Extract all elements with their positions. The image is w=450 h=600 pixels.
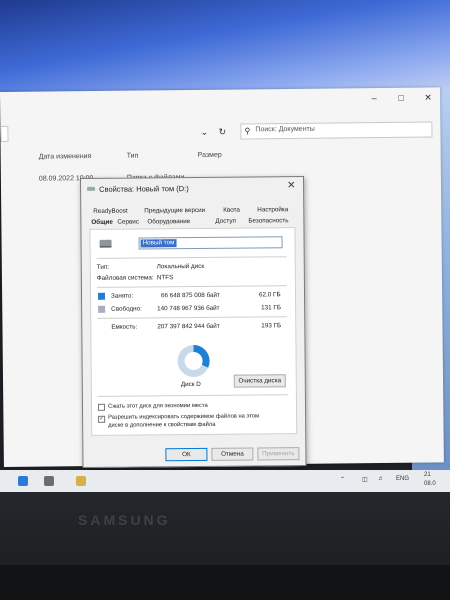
tab-general[interactable]: Общие <box>91 219 113 226</box>
apply-button[interactable]: Применить <box>257 447 300 461</box>
dialog-title: Свойства: Новый том (D:) <box>99 184 189 194</box>
chevron-down-icon[interactable]: ⌄ <box>196 126 212 138</box>
tray-chevron-icon[interactable]: ⌃ <box>340 476 345 483</box>
tab-previous-versions[interactable]: Предыдущие версии <box>144 207 205 215</box>
disk-cleanup-button[interactable]: Очистка диска <box>233 374 286 388</box>
divider <box>97 394 288 397</box>
divider <box>97 316 288 319</box>
keyboard-area <box>0 565 450 600</box>
tab-hardware[interactable]: Оборудование <box>147 218 190 225</box>
index-checkbox[interactable]: ✓ <box>98 415 106 423</box>
type-label: Тип: <box>96 263 110 271</box>
tab-tools[interactable]: Сервис <box>117 218 139 225</box>
usage-donut-chart <box>177 344 210 378</box>
tab-quota[interactable]: Квота <box>223 207 240 214</box>
divider <box>96 256 287 259</box>
free-swatch <box>98 305 106 313</box>
properties-dialog: Свойства: Новый том (D:) ✕ ReadyBoost Пр… <box>80 176 307 468</box>
divider <box>96 285 287 288</box>
clock-time[interactable]: 21 <box>424 472 431 478</box>
column-date[interactable]: Дата изменения <box>39 153 92 161</box>
column-type[interactable]: Тип <box>127 153 139 160</box>
tab-sharing[interactable]: Доступ <box>215 218 236 225</box>
language-indicator[interactable]: ENG <box>396 476 409 482</box>
free-size: 131 ГБ <box>261 304 281 312</box>
volume-name-value: Новый том <box>140 239 177 248</box>
compress-label: Сжать этот диск для экономии места <box>107 402 208 410</box>
index-label-line1: Разрешить индексировать содержимое файло… <box>108 413 260 421</box>
close-icon[interactable]: ✕ <box>287 180 295 191</box>
start-icon[interactable] <box>18 476 28 486</box>
capacity-label: Емкость: <box>111 323 138 331</box>
used-swatch <box>98 292 106 300</box>
address-bar[interactable] <box>0 125 9 142</box>
cancel-button[interactable]: Отмена <box>211 447 254 461</box>
type-value: Локальный диск <box>156 262 205 271</box>
tab-customize[interactable]: Настройка <box>257 206 288 213</box>
general-panel: Новый том Тип: Локальный диск Файловая с… <box>89 227 298 436</box>
volume-name-field[interactable]: Новый том <box>138 236 283 250</box>
drive-small-icon <box>87 186 96 191</box>
search-icon[interactable] <box>44 476 54 486</box>
used-bytes: 66 648 875 008 байт <box>161 291 220 300</box>
volume-icon[interactable]: ♬ <box>378 476 384 482</box>
disk-label: Диск D <box>180 380 201 389</box>
donut-hole <box>184 351 203 371</box>
close-icon[interactable]: ✕ <box>420 91 436 103</box>
search-input[interactable]: Поиск: Документы <box>255 126 314 134</box>
clock-date[interactable]: 08.0 <box>424 481 436 487</box>
filesystem-label: Файловая система: <box>96 274 154 282</box>
network-icon[interactable]: ◫ <box>362 476 368 483</box>
search-box[interactable]: ⚲ Поиск: Документы <box>240 121 433 140</box>
explorer-titlebar: – □ ✕ <box>0 87 440 114</box>
used-size: 62,0 ГБ <box>258 291 281 299</box>
compress-checkbox[interactable] <box>97 403 106 411</box>
taskbar: ⌃ ◫ ♬ ENG 21 08.0 <box>0 470 450 492</box>
minimize-icon[interactable]: – <box>366 92 382 104</box>
column-header: Дата изменения Тип Размер <box>1 149 441 168</box>
column-size[interactable]: Размер <box>198 152 222 159</box>
free-bytes: 140 748 967 936 байт <box>157 304 220 313</box>
capacity-bytes: 207 397 842 944 байт <box>157 322 220 331</box>
free-label: Свободно: <box>111 305 142 313</box>
used-label: Занято: <box>111 292 134 300</box>
refresh-icon[interactable]: ↻ <box>214 126 230 138</box>
maximize-icon[interactable]: □ <box>393 92 409 104</box>
index-label-line2: диске в дополнение к свойствам файла <box>108 421 216 429</box>
explorer-toolbar: ⌄ ↻ ⚲ Поиск: Документы <box>0 117 440 144</box>
tab-security[interactable]: Безопасность <box>248 217 288 224</box>
capacity-size: 193 ГБ <box>261 322 282 330</box>
tab-readyboost[interactable]: ReadyBoost <box>93 208 127 215</box>
brand-logo: SAMSUNG <box>78 512 171 528</box>
folder-icon[interactable] <box>76 476 86 486</box>
search-icon: ⚲ <box>244 126 251 136</box>
filesystem-value: NTFS <box>156 274 174 282</box>
desktop-wallpaper <box>0 0 450 98</box>
ok-button[interactable]: ОК <box>165 447 208 462</box>
drive-icon <box>99 239 112 248</box>
